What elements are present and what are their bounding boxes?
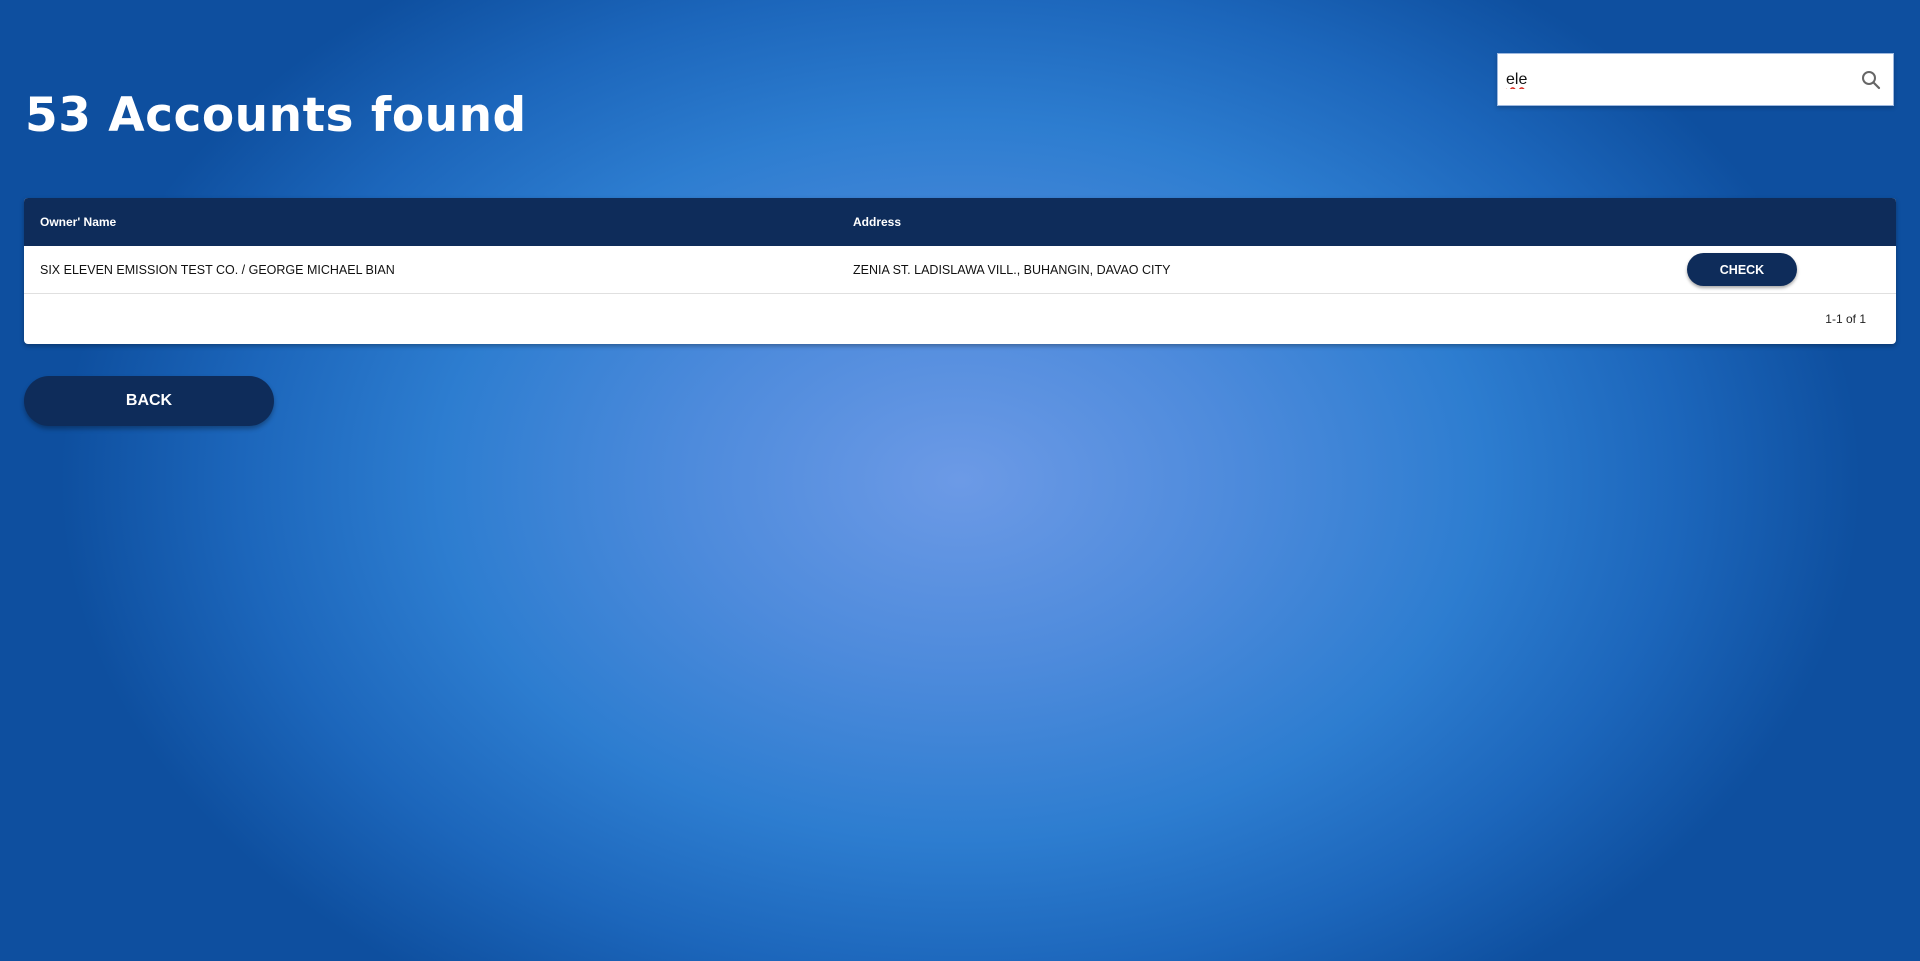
address-cell: ZENIA ST. LADISLAWA VILL., BUHANGIN, DAV…: [853, 263, 1171, 277]
search-box[interactable]: [1497, 53, 1894, 106]
back-button[interactable]: BACK: [24, 376, 274, 426]
owner-name-cell: SIX ELEVEN EMISSION TEST CO. / GEORGE MI…: [40, 263, 395, 277]
pagination-range: 1-1 of 1: [1825, 312, 1866, 326]
table-header: Owner' Name Address: [24, 198, 1896, 246]
table-footer: 1-1 of 1: [24, 294, 1896, 344]
column-header-address: Address: [853, 215, 902, 229]
table-row: SIX ELEVEN EMISSION TEST CO. / GEORGE MI…: [24, 246, 1896, 294]
page-title: 53 Accounts found: [25, 88, 527, 143]
search-icon[interactable]: [1859, 68, 1883, 92]
accounts-table: Owner' Name Address SIX ELEVEN EMISSION …: [24, 198, 1896, 344]
search-input[interactable]: [1506, 54, 1846, 105]
check-button[interactable]: CHECK: [1687, 253, 1797, 286]
column-header-owner-name: Owner' Name: [40, 215, 117, 229]
